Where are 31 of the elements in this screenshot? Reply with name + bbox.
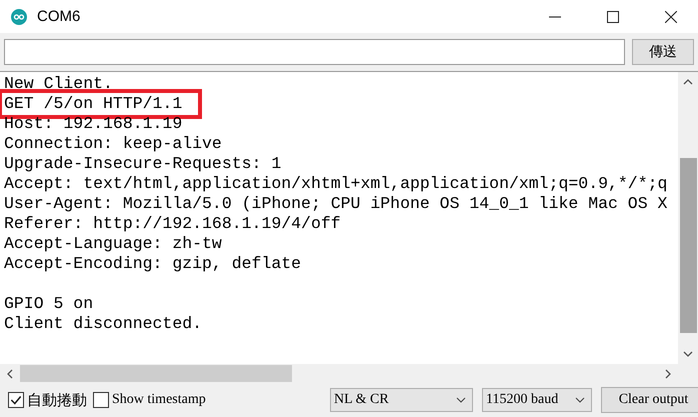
baud-rate-dropdown[interactable]: 115200 baud xyxy=(482,388,592,412)
close-icon[interactable] xyxy=(665,10,677,22)
output-line: Accept-Language: zh-tw xyxy=(3,233,223,255)
output-line: GPIO 5 on xyxy=(3,293,94,315)
scroll-left-icon[interactable] xyxy=(7,368,13,378)
output-line: Client disconnected. xyxy=(3,313,204,335)
maximize-icon[interactable] xyxy=(607,10,619,22)
scrollbar-thumb[interactable] xyxy=(20,365,292,382)
caret-icon xyxy=(456,397,466,403)
autoscroll-checkbox[interactable] xyxy=(8,392,24,408)
timestamp-checkbox[interactable] xyxy=(93,392,109,408)
scroll-up-icon[interactable] xyxy=(683,79,693,85)
clear-output-button[interactable]: Clear output xyxy=(601,387,698,413)
output-line: Connection: keep-alive xyxy=(3,133,223,155)
send-input-field[interactable] xyxy=(4,39,625,65)
line-ending-dropdown[interactable]: NL & CR xyxy=(330,388,473,412)
output-line: User-Agent: Mozilla/5.0 (iPhone; CPU iPhone OS 14_0_1 like Mac OS X xyxy=(3,193,668,215)
output-line: Referer: http://192.168.1.19/4/off xyxy=(3,213,342,235)
caret-icon xyxy=(575,397,585,403)
window-title: COM6 xyxy=(37,8,80,25)
autoscroll-label: 自動捲動 xyxy=(27,390,87,410)
timestamp-label: Show timestamp xyxy=(112,392,206,408)
output-line: Upgrade-Insecure-Requests: 1 xyxy=(3,153,282,175)
scrollbar-thumb[interactable] xyxy=(680,158,696,333)
scroll-right-icon[interactable] xyxy=(665,368,671,378)
vertical-scrollbar[interactable] xyxy=(678,72,698,364)
output-line: Accept: text/html,application/xhtml+xml,application/xml;q=0.9,*/*;q xyxy=(3,173,668,195)
app-logo-icon xyxy=(11,8,27,24)
scroll-down-icon[interactable] xyxy=(683,351,693,357)
send-button[interactable]: 傳送 xyxy=(632,39,694,65)
output-line: Accept-Encoding: gzip, deflate xyxy=(3,253,302,275)
